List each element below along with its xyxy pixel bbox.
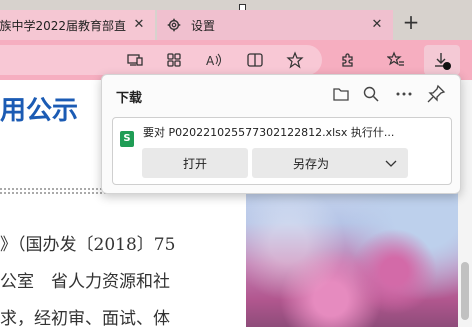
svg-text:A: A [206,54,215,68]
search-icon[interactable] [361,84,381,104]
address-bar[interactable] [0,45,322,75]
paragraph-line: 》（国办发〔2018〕75 [0,235,176,255]
new-tab-button[interactable]: + [400,12,422,34]
app-available-icon[interactable] [126,51,144,69]
flower-mountain-image [246,188,458,327]
pin-icon[interactable] [426,84,446,104]
more-options-icon[interactable] [394,84,414,104]
save-as-button[interactable]: 另存为 [252,148,408,178]
open-button[interactable]: 打开 [142,148,248,178]
download-item: S 要对 P020221025577302122812.xlsx 执行什... … [112,117,452,185]
paragraph-line: 求，经初审、面试、体 [0,309,170,327]
download-badge [443,62,451,70]
read-aloud-icon[interactable]: A [205,51,223,69]
favorites-icon[interactable] [386,51,405,69]
extensions-grid-icon[interactable] [165,51,183,69]
close-tab-icon[interactable]: ✕ [369,17,385,33]
close-tab-icon[interactable]: ✕ [131,17,147,33]
paragraph-line: 公室 省人力资源和社 [0,272,170,292]
split-screen-icon[interactable] [246,51,264,69]
download-file-prompt: 要对 P020221025577302122812.xlsx 执行什... [143,126,395,139]
page-heading: 用公示 [0,96,79,126]
scrollbar-thumb[interactable] [461,262,469,320]
puzzle-extensions-icon[interactable] [339,51,357,69]
tab-label: 民族中学2022届教育部直 [0,18,126,33]
tab-settings[interactable]: 设置 ✕ [157,10,393,40]
open-folder-icon[interactable] [331,84,351,104]
tab-school-notice[interactable]: 民族中学2022届教育部直 ✕ [0,10,155,40]
tab-strip: 民族中学2022届教育部直 ✕ 设置 ✕ + [0,0,472,40]
downloads-title: 下载 [116,91,143,106]
favorite-star-icon[interactable] [286,51,304,69]
gear-icon [167,18,181,32]
tab-label: 设置 [191,18,216,33]
save-as-label: 另存为 [293,156,330,171]
excel-file-icon: S [120,131,134,147]
chevron-down-icon[interactable] [384,156,398,170]
downloads-panel: 下载 S 要对 P020221025577302122812.xlsx 执行什.… [101,74,461,194]
